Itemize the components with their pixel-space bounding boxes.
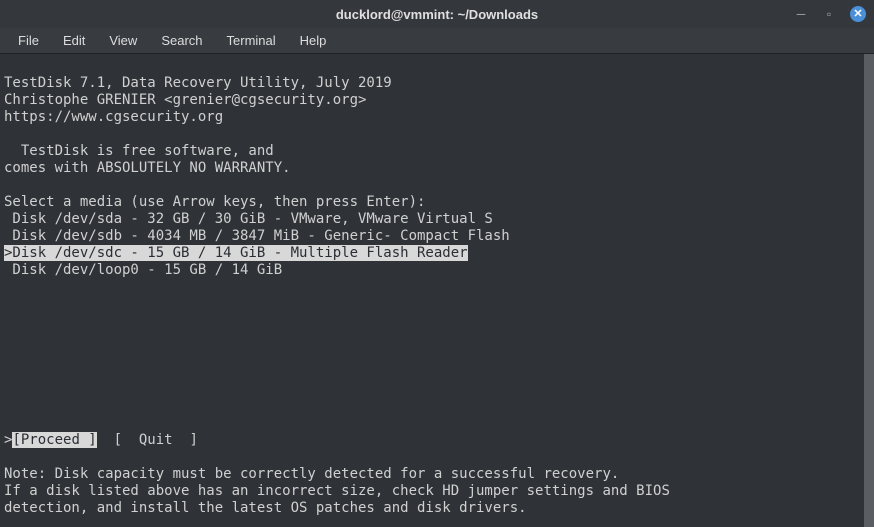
minimize-icon[interactable]: ─: [794, 7, 808, 21]
terminal-output[interactable]: TestDisk 7.1, Data Recovery Utility, Jul…: [0, 54, 874, 527]
menubar: File Edit View Search Terminal Help: [0, 28, 874, 54]
menu-search[interactable]: Search: [151, 30, 212, 51]
disk-option-3-selected[interactable]: >Disk /dev/sdc - 15 GB / 14 GiB - Multip…: [4, 245, 468, 261]
note-line-3: detection, and install the latest OS pat…: [4, 500, 527, 516]
action-gap: [97, 432, 114, 448]
note-line-1: Note: Disk capacity must be correctly de…: [4, 466, 619, 482]
header-line-3: https://www.cgsecurity.org: [4, 109, 223, 125]
window-controls: ─ ▫ ✕: [794, 6, 866, 22]
menu-edit[interactable]: Edit: [53, 30, 95, 51]
quit-button[interactable]: [ Quit ]: [114, 432, 198, 448]
note-line-2: If a disk listed above has an incorrect …: [4, 483, 670, 499]
disk-option-4[interactable]: Disk /dev/loop0 - 15 GB / 14 GiB: [4, 262, 282, 278]
menu-file[interactable]: File: [8, 30, 49, 51]
select-prompt: Select a media (use Arrow keys, then pre…: [4, 194, 425, 210]
close-icon[interactable]: ✕: [850, 6, 866, 22]
free-line-2: comes with ABSOLUTELY NO WARRANTY.: [4, 160, 291, 176]
scrollbar-track[interactable]: [864, 54, 874, 527]
menu-terminal[interactable]: Terminal: [217, 30, 286, 51]
scrollbar-thumb[interactable]: [864, 54, 874, 527]
proceed-button[interactable]: [Proceed ]: [12, 432, 96, 448]
disk-option-1[interactable]: Disk /dev/sda - 32 GB / 30 GiB - VMware,…: [4, 211, 493, 227]
header-line-1: TestDisk 7.1, Data Recovery Utility, Jul…: [4, 75, 392, 91]
free-line-1: TestDisk is free software, and: [4, 143, 274, 159]
window-titlebar: ducklord@vmmint: ~/Downloads ─ ▫ ✕: [0, 0, 874, 28]
menu-view[interactable]: View: [99, 30, 147, 51]
window-title: ducklord@vmmint: ~/Downloads: [336, 7, 538, 22]
menu-help[interactable]: Help: [290, 30, 337, 51]
blank-space: [4, 279, 870, 415]
header-line-2: Christophe GRENIER <grenier@cgsecurity.o…: [4, 92, 366, 108]
maximize-icon[interactable]: ▫: [822, 7, 836, 21]
disk-option-2[interactable]: Disk /dev/sdb - 4034 MB / 3847 MiB - Gen…: [4, 228, 510, 244]
